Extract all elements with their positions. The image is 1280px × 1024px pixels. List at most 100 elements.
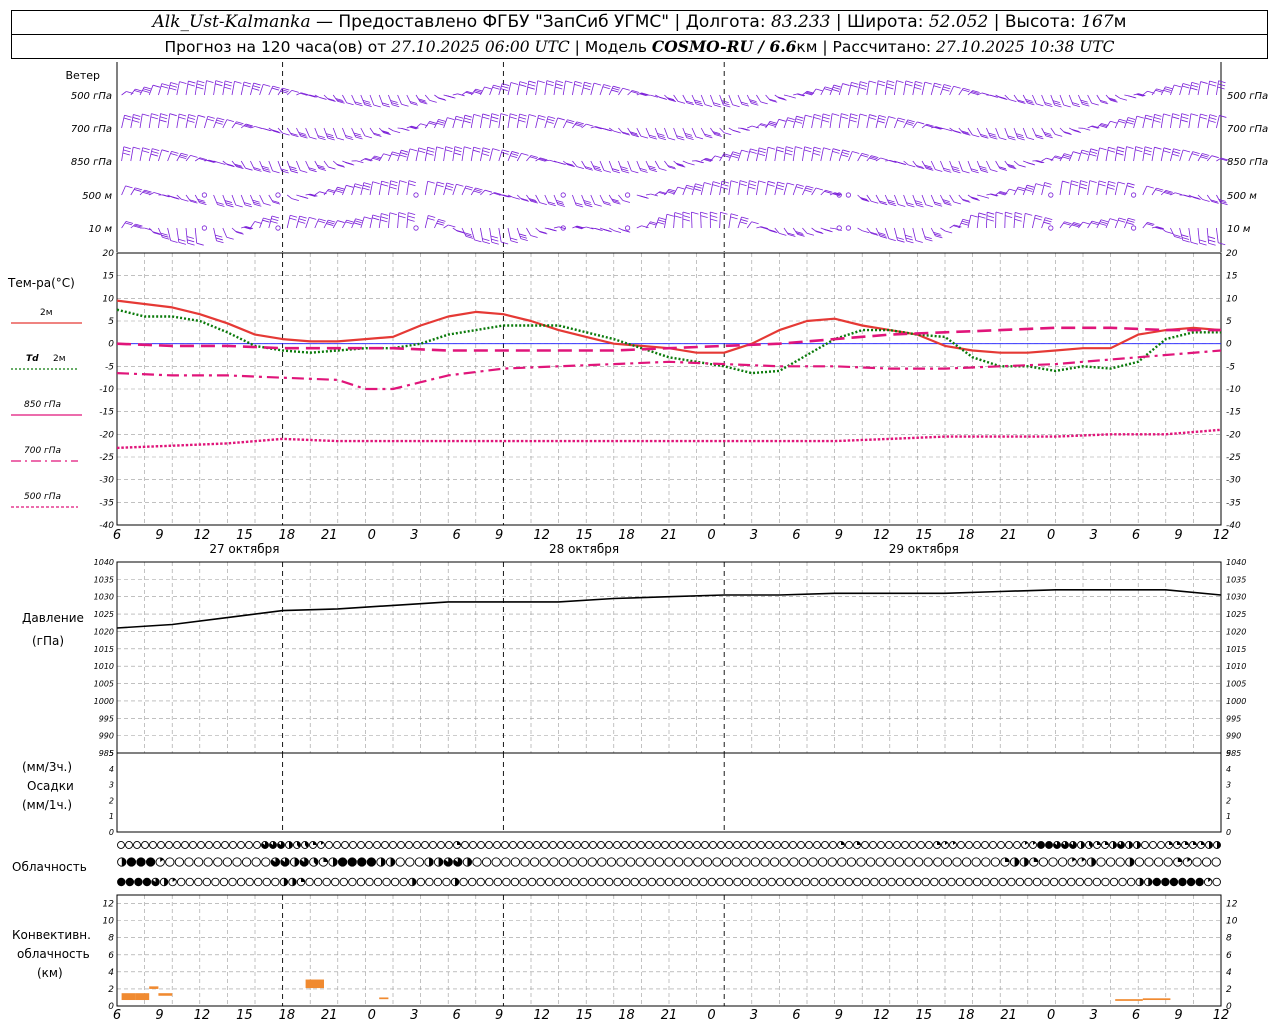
wind-barb-feather <box>657 219 666 223</box>
cloud-fill <box>457 841 461 845</box>
wind-barb-feather <box>354 183 363 187</box>
wind-barb-feather <box>299 215 307 219</box>
cloud-cover-icon <box>539 857 549 867</box>
y-tick-label: 10 <box>103 294 115 304</box>
wind-level-label: 500 гПа <box>1227 91 1268 102</box>
y-tick-label: -25 <box>99 453 114 463</box>
wind-barb-feather <box>142 113 150 117</box>
wind-barb-feather <box>161 149 169 153</box>
wind-barb-feather <box>822 113 831 117</box>
wind-barb-feather <box>566 121 574 124</box>
wind-barb-feather <box>170 82 178 85</box>
cloud-cover-icon <box>827 877 836 887</box>
wind-barb-feather <box>188 114 196 117</box>
cloud-cover-icon <box>813 841 821 849</box>
wind-barb-feather <box>1116 149 1125 153</box>
wind-barb-icon <box>1216 80 1219 96</box>
wind-barb-icon <box>535 115 539 129</box>
calm-wind-icon <box>413 192 419 198</box>
wind-barb-feather <box>482 116 490 120</box>
wind-barb-feather <box>1026 184 1035 188</box>
wind-barb-icon <box>700 127 706 137</box>
wind-barb-feather <box>896 161 905 165</box>
cloud-cover-icon <box>965 841 973 849</box>
wind-barb-icon <box>434 181 438 196</box>
convective-bar <box>158 993 173 996</box>
convective-bar <box>305 979 324 989</box>
wind-barb-feather <box>464 187 473 191</box>
wind-barb-icon <box>903 227 907 241</box>
wind-barb-icon <box>618 194 624 201</box>
cloud-cover-icon <box>176 877 186 887</box>
hour-tick-label: 3 <box>410 1008 418 1023</box>
cloud-cover-icon <box>781 841 789 849</box>
wind-barb-icon <box>829 148 834 162</box>
wind-barb-feather <box>289 217 297 221</box>
cloud-cover-icon <box>769 857 780 867</box>
wind-barb-icon <box>1206 227 1210 244</box>
wind-barb-icon <box>544 80 548 96</box>
wind-barb-feather <box>886 86 894 90</box>
wind-barb-feather <box>1190 113 1199 117</box>
y-tick-label: 4 <box>108 968 114 978</box>
wind-barb-feather <box>730 213 739 217</box>
cloud-cover-icon <box>621 877 631 887</box>
wind-barb-feather <box>1005 211 1013 215</box>
wind-barb-icon <box>1170 113 1173 129</box>
wind-barb-icon <box>645 221 651 229</box>
wind-barb-feather <box>196 86 204 90</box>
cloud-cover-icon <box>416 877 426 887</box>
wind-barb-feather <box>841 113 849 116</box>
wind-barb-feather <box>576 204 584 208</box>
wind-barb-feather <box>528 80 536 84</box>
wind-barb-icon <box>1068 94 1074 105</box>
wind-barb-feather <box>427 146 435 150</box>
wind-barb-feather <box>1126 222 1134 225</box>
wind-barb-feather <box>124 114 132 118</box>
cloud-cover-icon <box>245 877 254 887</box>
wind-barb-feather <box>767 146 776 150</box>
cloud-cover-icon <box>702 857 713 867</box>
wind-barb-feather <box>346 184 354 188</box>
wind-barb-feather <box>475 187 483 191</box>
cloud-cover-icon <box>661 841 669 849</box>
wind-barb-icon <box>286 194 293 199</box>
cloud-cover-icon <box>1058 877 1067 887</box>
cloud-cover-icon <box>399 877 408 887</box>
hour-tick-label: 18 <box>618 528 635 543</box>
wind-barb-feather <box>832 148 841 152</box>
cloud-cover-icon <box>174 857 185 867</box>
wind-barb-feather <box>640 170 648 173</box>
cloud-cover-icon <box>784 877 794 887</box>
cloud-cover-icon <box>325 841 333 849</box>
cloud-cover-icon <box>923 857 933 867</box>
y-tick-label: 1020 <box>1226 627 1246 636</box>
wind-barb-icon <box>1050 127 1056 135</box>
wind-barb-icon <box>369 94 375 106</box>
wind-barb-feather <box>243 84 251 88</box>
wind-barb-feather <box>878 115 887 118</box>
cloud-cover-icon <box>213 841 221 849</box>
cloud-cover-icon <box>1134 857 1145 867</box>
cloud-cover-icon <box>219 877 229 887</box>
cloud-fill <box>857 841 861 845</box>
wind-barb-icon <box>452 93 458 96</box>
cloud-cover-icon <box>757 841 765 849</box>
wind-barb-feather <box>1199 116 1207 120</box>
wind-barb-feather <box>1100 219 1109 223</box>
wind-barb-feather <box>252 87 260 91</box>
meteogram: Ветер 500 гПа 700 гПа 850 гПа 500 м 10 м… <box>7 62 1268 1023</box>
cloud-cover-icon <box>629 841 637 849</box>
wind-barb-feather <box>159 119 167 123</box>
wind-barb-feather <box>271 218 279 222</box>
hour-tick-label: 15 <box>236 1008 253 1023</box>
wind-barb-feather <box>840 116 848 120</box>
wind-barb-feather <box>1079 186 1087 190</box>
wind-barb-feather <box>1135 146 1143 149</box>
wind-barb-feather <box>290 170 299 174</box>
cloud-cover-icon <box>1109 877 1119 887</box>
wind-barb-icon <box>360 127 366 137</box>
wind-barb-feather <box>613 230 622 233</box>
y-tick-label: 10 <box>103 917 115 927</box>
wind-barb-icon <box>1188 227 1192 243</box>
